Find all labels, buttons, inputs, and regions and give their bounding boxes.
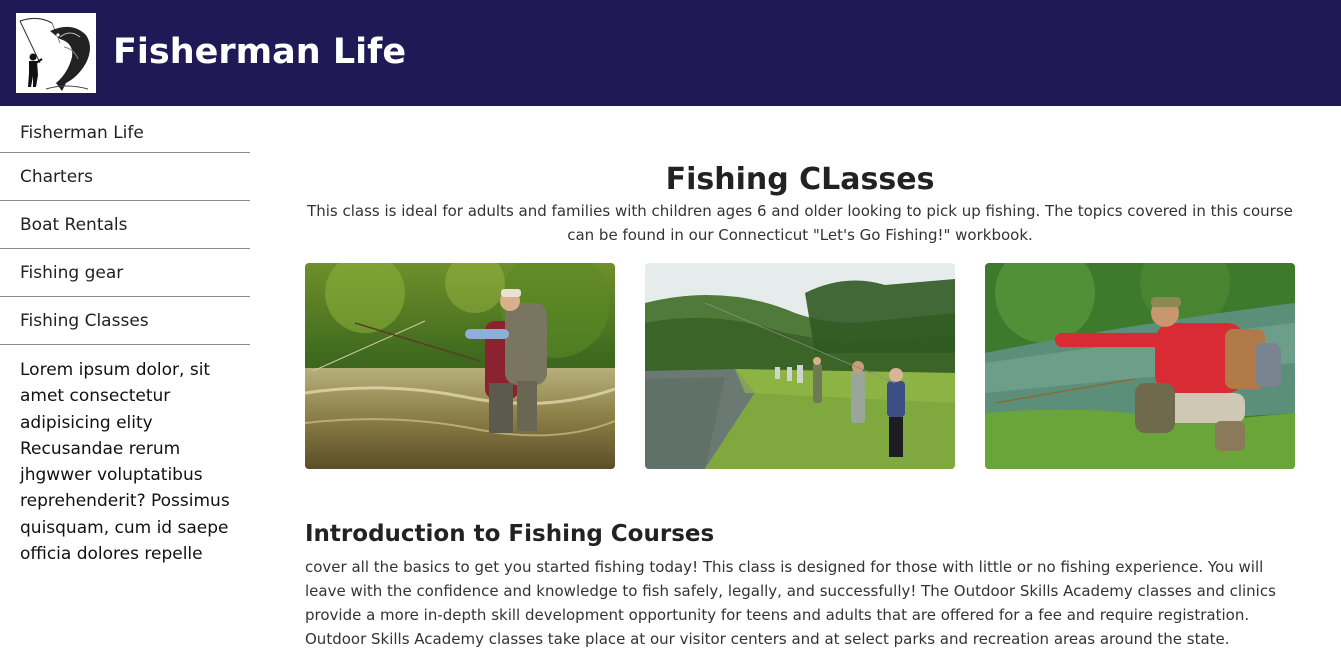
casting-class-lawn-photo: [645, 263, 955, 469]
sidebar-item-charters[interactable]: Charters: [0, 153, 250, 201]
instructor-pointing-photo: [985, 263, 1295, 469]
fly-fishing-stream-photo: [305, 263, 615, 469]
sidebar-nav: Fisherman Life Charters Boat Rentals Fis…: [0, 106, 250, 651]
sidebar-item-fishing-classes[interactable]: Fishing Classes: [0, 297, 250, 345]
fisherman-fish-logo-icon[interactable]: [16, 13, 96, 93]
site-header: Fisherman Life: [0, 0, 1341, 106]
page-title: Fishing CLasses: [665, 162, 935, 197]
section-paragraph: cover all the basics to get you started …: [305, 558, 1276, 648]
sidebar-item-fishing-gear[interactable]: Fishing gear: [0, 249, 250, 297]
main-content: Fishing CLasses This class is ideal for …: [305, 106, 1295, 651]
site-title[interactable]: Fisherman Life: [113, 32, 406, 72]
sidebar-item-boat-rentals[interactable]: Boat Rentals: [0, 201, 250, 249]
sidebar-item-fisherman-life[interactable]: Fisherman Life: [0, 106, 250, 153]
photo-gallery: [305, 263, 1295, 469]
section-heading: Introduction to Fishing Courses: [305, 521, 715, 547]
sidebar-text: Lorem ipsum dolor, sit amet consectetur …: [20, 360, 230, 565]
intro-paragraph: This class is ideal for adults and famil…: [307, 202, 1293, 244]
